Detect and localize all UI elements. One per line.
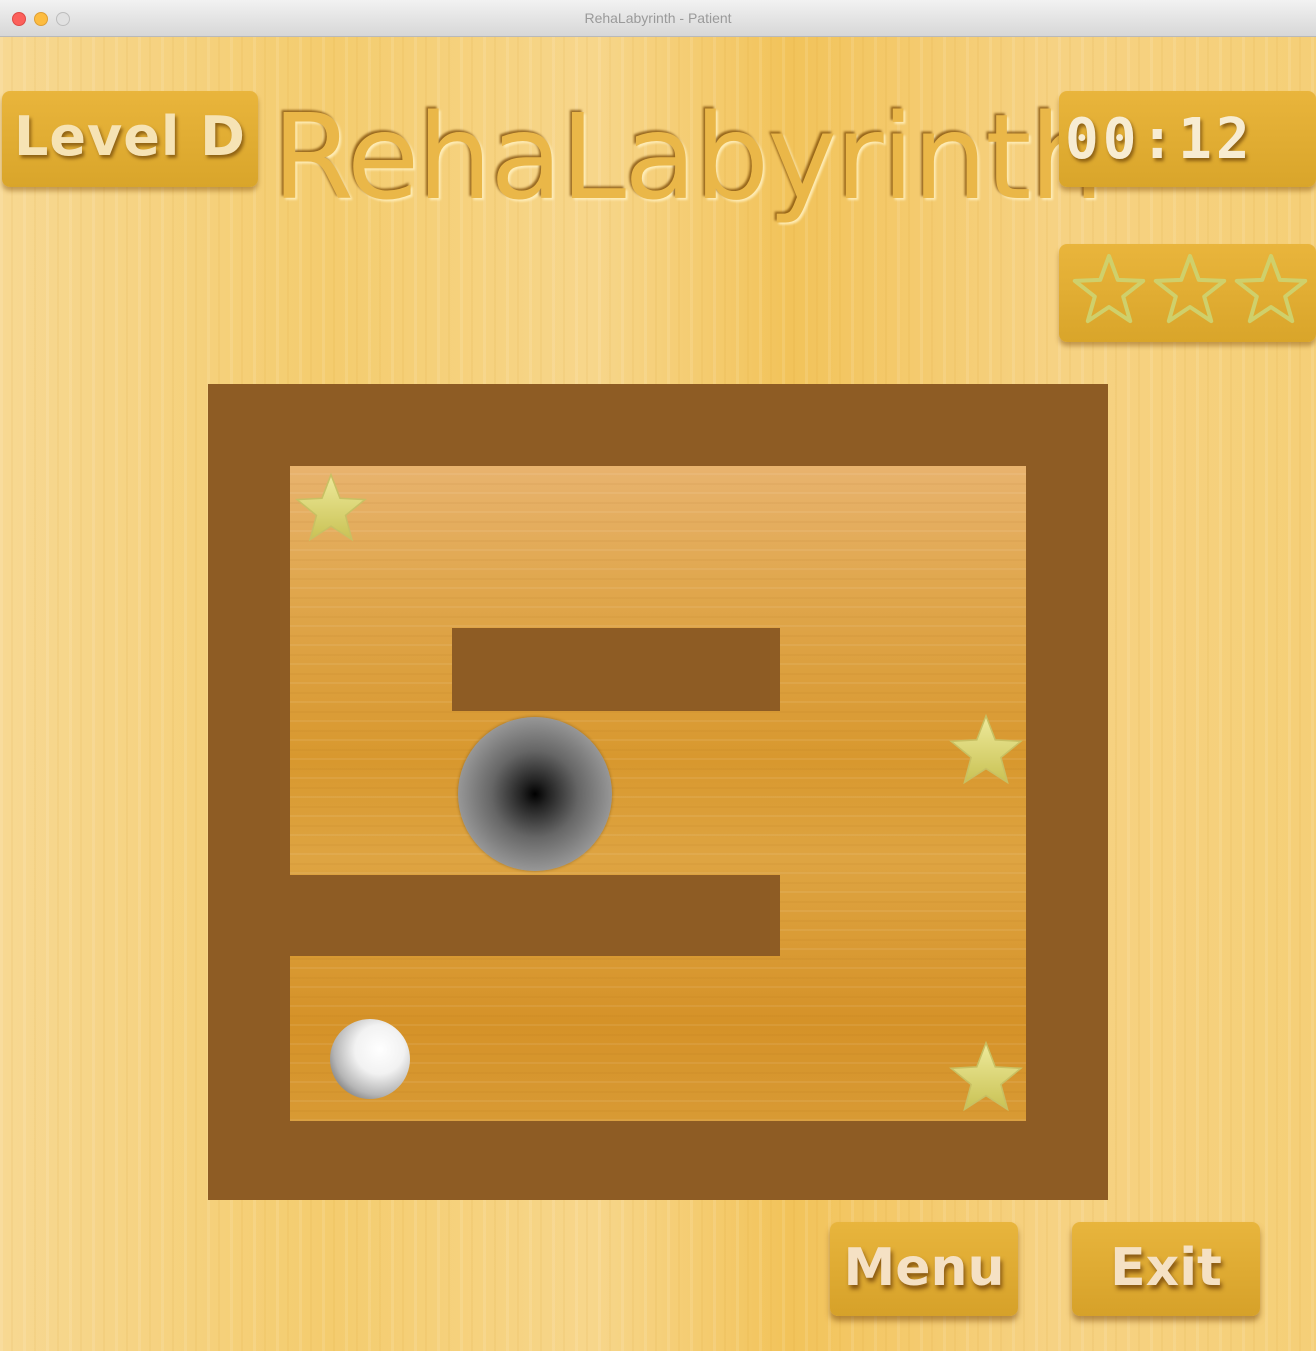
- collectible-star-icon: [949, 713, 1023, 785]
- player-ball[interactable]: [330, 1019, 410, 1099]
- empty-star-icon: [1153, 254, 1227, 324]
- timer-panel: 00:12: [1059, 91, 1316, 187]
- level-label: Level D: [14, 105, 246, 168]
- window-title: RehaLabyrinth - Patient: [584, 10, 732, 26]
- exit-button[interactable]: Exit: [1072, 1222, 1260, 1316]
- labyrinth-floor: [290, 466, 1026, 1121]
- collectible-star-icon: [295, 472, 367, 542]
- star-rating-panel: [1059, 244, 1316, 342]
- labyrinth-board[interactable]: [208, 384, 1108, 1200]
- star-rating: [1072, 254, 1308, 324]
- level-panel: Level D: [2, 91, 258, 187]
- app-window: RehaLabyrinth - Patient Level D RehaLaby…: [0, 0, 1316, 1351]
- inner-wall: [452, 628, 780, 711]
- app-title: RehaLabyrinth: [272, 88, 1104, 226]
- menu-button[interactable]: Menu: [830, 1222, 1018, 1316]
- title-bar: RehaLabyrinth - Patient: [0, 0, 1316, 37]
- empty-star-icon: [1234, 254, 1308, 324]
- inner-wall: [290, 875, 780, 956]
- timer-display: 00:12: [1065, 107, 1254, 172]
- hole-trap: [458, 717, 612, 871]
- collectible-star-icon: [949, 1040, 1023, 1112]
- empty-star-icon: [1072, 254, 1146, 324]
